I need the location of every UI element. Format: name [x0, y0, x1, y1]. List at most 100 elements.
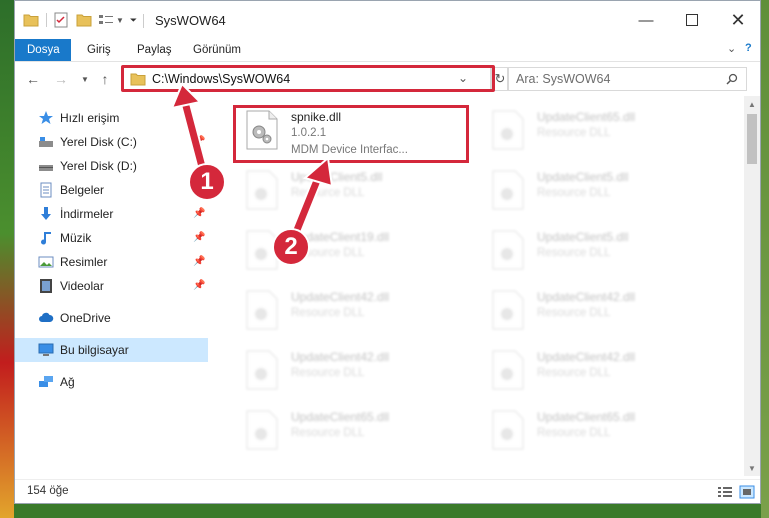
pin-icon: 📌 [193, 208, 206, 219]
sidebar-item-label: OneDrive [60, 311, 111, 325]
sidebar-item-documents[interactable]: Belgeler 📌 [15, 178, 208, 202]
help-icon[interactable]: ? [745, 42, 752, 54]
file-name: UpdateClient42.dll [537, 290, 636, 304]
up-button[interactable]: ↑ [95, 69, 115, 89]
sidebar-item-this-pc[interactable]: Bu bilgisayar [15, 338, 208, 362]
ribbon-expand-icon[interactable]: ⌄ [727, 42, 736, 55]
pin-icon: 📌 [193, 136, 206, 147]
navigation-bar: ← → ▼ ↑ C:\Windows\SysWOW64 ⌄ ↻ Ara: Sys… [15, 62, 760, 95]
dll-file-icon [246, 170, 278, 210]
quick-access-toolbar: ▼ ⏷ [23, 11, 137, 29]
new-folder-icon[interactable] [76, 13, 92, 27]
scroll-down-icon[interactable]: ▼ [744, 460, 760, 476]
step-1-badge: 1 [188, 163, 226, 201]
address-highlight-box [121, 65, 495, 92]
file-description: Resource DLL [537, 427, 611, 439]
file-description: Resource DLL [291, 427, 365, 439]
sidebar-item-label: Müzik [60, 231, 92, 245]
tab-home[interactable]: Giriş [75, 39, 123, 61]
maximize-button[interactable] [669, 1, 715, 39]
back-button[interactable]: ← [23, 69, 43, 89]
customize-dropdown-icon[interactable]: ⏷ [130, 15, 137, 26]
refresh-icon: ↻ [494, 71, 506, 86]
file-name: UpdateClient42.dll [537, 350, 636, 364]
sidebar-item-network[interactable]: Ağ [15, 370, 208, 394]
dll-file-icon [492, 410, 524, 450]
file-name: UpdateClient65.dll [537, 110, 636, 124]
pin-icon: 📌 [193, 232, 206, 243]
star-icon [39, 111, 53, 124]
dll-file-icon [492, 170, 524, 210]
sidebar-item-onedrive[interactable]: OneDrive [15, 306, 208, 330]
file-name: UpdateClient5.dll [537, 170, 629, 184]
file-tile[interactable]: UpdateClient42.dll Resource DLL [233, 342, 473, 398]
forward-button[interactable]: → [51, 69, 71, 89]
download-icon [41, 207, 51, 220]
tab-share[interactable]: Paylaş [125, 39, 184, 61]
file-tile[interactable]: UpdateClient65.dll Resource DLL [233, 402, 473, 458]
sidebar-item-label: Ağ [60, 375, 75, 389]
sidebar-item-label: İndirmeler [60, 207, 114, 221]
sidebar-item-label: Yerel Disk (C:) [60, 135, 137, 149]
desktop-background-left [0, 0, 14, 518]
file-description: Resource DLL [537, 307, 611, 319]
customize-icon[interactable] [98, 13, 114, 27]
network-icon [39, 376, 53, 387]
sidebar-item-local-disk-d[interactable]: Yerel Disk (D:) 📌 [15, 154, 208, 178]
pictures-icon [38, 256, 54, 268]
search-icon [726, 73, 738, 85]
file-tile[interactable]: UpdateClient5.dll Resource DLL [233, 162, 473, 218]
chevron-down-icon: ▼ [81, 74, 89, 84]
file-tile[interactable]: UpdateClient5.dll Resource DLL [479, 162, 719, 218]
tab-view[interactable]: Görünüm [181, 39, 253, 61]
sidebar-item-videos[interactable]: Videolar 📌 [15, 274, 208, 298]
explorer-window: ▼ ⏷ SysWOW64 — ✕ Dosya Giriş Paylaş Görü… [14, 0, 761, 504]
file-name: UpdateClient65.dll [537, 410, 636, 424]
file-tile[interactable]: UpdateClient65.dll Resource DLL [479, 402, 719, 458]
sidebar-item-label: Bu bilgisayar [60, 343, 129, 357]
scroll-up-icon[interactable]: ▲ [744, 96, 760, 112]
drive-icon [39, 137, 53, 147]
sidebar-item-quick-access[interactable]: Hızlı erişim [15, 106, 208, 130]
sidebar-item-label: Belgeler [60, 183, 105, 197]
dll-file-icon [492, 110, 524, 150]
quick-access-dropdown-icon[interactable]: ▼ [116, 16, 124, 25]
sidebar-item-music[interactable]: Müzik 📌 [15, 226, 208, 250]
dll-file-icon [492, 350, 524, 390]
minimize-button[interactable]: — [623, 1, 669, 39]
step-2-badge: 2 [272, 228, 310, 266]
document-icon [40, 182, 52, 198]
dll-file-icon [246, 350, 278, 390]
pin-icon: 📌 [193, 256, 206, 267]
drive-icon [39, 165, 53, 171]
dll-file-icon [492, 230, 524, 270]
sidebar-item-label: Resimler [60, 255, 108, 269]
file-tile[interactable]: UpdateClient65.dll Resource DLL [479, 102, 719, 158]
file-tile[interactable]: UpdateClient42.dll Resource DLL [479, 342, 719, 398]
large-icons-view-icon[interactable] [739, 485, 755, 499]
properties-icon[interactable] [54, 12, 68, 28]
up-arrow-icon: ↑ [101, 71, 109, 87]
file-tile[interactable]: UpdateClient42.dll Resource DLL [233, 282, 473, 338]
details-view-icon[interactable] [717, 485, 733, 499]
file-name: UpdateClient5.dll [537, 230, 629, 244]
sidebar-item-pictures[interactable]: Resimler 📌 [15, 250, 208, 274]
ribbon-tabs: Dosya Giriş Paylaş Görünüm ⌄ ? [15, 39, 760, 62]
sidebar-item-local-disk-c[interactable]: Yerel Disk (C:) 📌 [15, 130, 208, 154]
scroll-thumb[interactable] [747, 114, 757, 164]
folder-icon [23, 14, 39, 27]
forward-arrow-icon: → [54, 71, 68, 87]
search-box[interactable]: Ara: SysWOW64 [507, 67, 747, 91]
tab-file[interactable]: Dosya [15, 39, 71, 61]
file-tile[interactable]: UpdateClient5.dll Resource DLL [479, 222, 719, 278]
dll-file-icon [246, 290, 278, 330]
vertical-scrollbar[interactable]: ▲ ▼ [744, 96, 760, 476]
close-button[interactable]: ✕ [715, 1, 760, 39]
file-tile[interactable]: UpdateClient42.dll Resource DLL [479, 282, 719, 338]
file-tile[interactable]: UpdateClient19.dll Resource DLL [233, 222, 473, 278]
close-icon: ✕ [730, 9, 746, 30]
dll-file-icon [246, 410, 278, 450]
sidebar-item-downloads[interactable]: İndirmeler 📌 [15, 202, 208, 226]
status-bar: 154 öğe [15, 479, 760, 503]
recent-locations-button[interactable]: ▼ [75, 69, 95, 89]
